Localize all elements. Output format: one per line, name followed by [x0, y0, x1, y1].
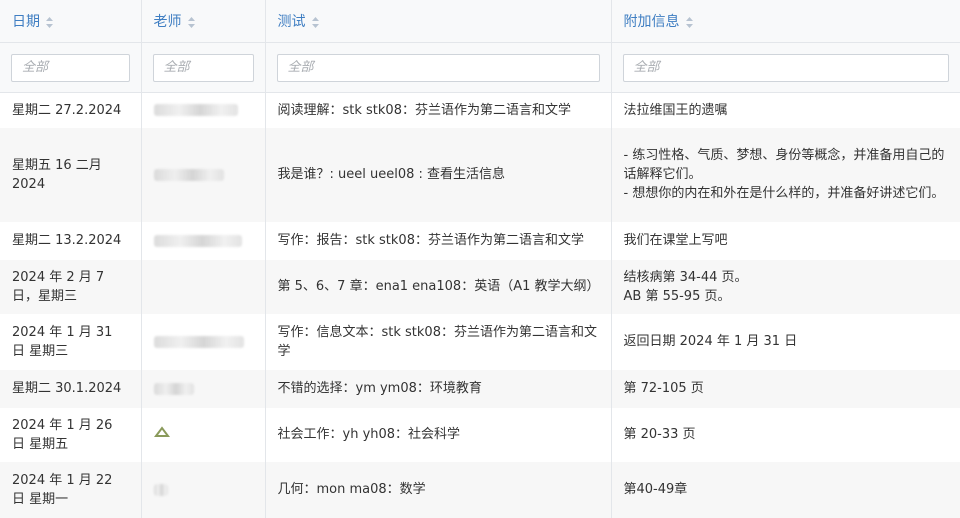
date-cell: 星期二 27.2.2024	[0, 92, 142, 128]
redacted-teacher-name	[153, 382, 194, 395]
test-cell: 不错的选择：ym ym08：环境教育	[265, 369, 612, 408]
date-cell: 2024 年 1 月 31 日 星期三	[0, 313, 142, 370]
header-test[interactable]: 测试	[265, 0, 612, 43]
header-test-label: 测试	[277, 14, 306, 30]
date-cell: 2024 年 2 月 7 日，星期三	[0, 259, 142, 314]
table-row[interactable]: 星期二 27.2.2024 阅读理解：stk stk08：芬兰语作为第二语言和文…	[0, 92, 960, 128]
table-row[interactable]: 2024 年 1 月 31 日 星期三 写作：信息文本：stk stk08：芬兰…	[0, 313, 960, 370]
table-row[interactable]: 星期五 16 二月 2024 我是谁？: ueel ueel08 : 查看生活信…	[0, 127, 960, 222]
extra-line: AB 第 55-95 页。	[623, 288, 731, 304]
table-row[interactable]: 2024 年 1 月 22 日 星期一 几何：mon ma08：数学 第40-4…	[0, 461, 960, 518]
teacher-cell	[141, 461, 266, 518]
date-cell: 星期五 16 二月 2024	[0, 127, 142, 222]
extra-cell: 结核病第 34-44 页。 AB 第 55-95 页。	[611, 259, 960, 314]
test-cell: 写作：报告：stk stk08：芬兰语作为第二语言和文学	[265, 221, 612, 260]
sort-icon[interactable]	[685, 16, 693, 28]
table-row[interactable]: 星期二 30.1.2024 不错的选择：ym ym08：环境教育 第 72-10…	[0, 369, 960, 408]
header-extra-label: 附加信息	[623, 14, 680, 30]
teacher-cell	[141, 407, 266, 462]
header-date-label: 日期	[12, 14, 40, 30]
header-teacher-label: 老师	[153, 14, 182, 30]
header-row: 日期 老师 测试 附加信息	[0, 0, 960, 43]
extra-line: 第 20-33 页	[623, 427, 696, 442]
extra-line: 第 72-105 页	[623, 381, 704, 396]
redacted-teacher-name	[153, 104, 238, 117]
extra-line: 法拉维国王的遗嘱	[623, 102, 728, 118]
test-cell: 写作：信息文本：stk stk08：芬兰语作为第二语言和文学	[265, 313, 612, 370]
test-cell: 第 5、6、7 章：ena1 ena108：英语（A1 教学大纲）	[265, 259, 612, 314]
extra-line: 我们在课堂上写吧	[623, 233, 728, 248]
filter-teacher-input[interactable]	[152, 53, 254, 82]
extra-line: 第40-49章	[623, 482, 688, 497]
filter-extra-input[interactable]	[622, 53, 949, 82]
extra-line: - 想想你的内在和外在是什么样的，并准备好讲述它们。	[623, 186, 945, 201]
filter-test-input[interactable]	[276, 53, 600, 82]
test-cell: 我是谁？: ueel ueel08 : 查看生活信息	[265, 127, 612, 222]
exams-table: 日期 老师 测试 附加信息 星期二 27.2.2024 阅读理解：stk stk…	[0, 0, 960, 518]
teacher-cell	[141, 313, 266, 370]
sort-icon[interactable]	[311, 16, 319, 28]
extra-cell: 第 72-105 页	[611, 369, 960, 408]
header-date[interactable]: 日期	[0, 0, 142, 43]
extra-line: 返回日期 2024 年 1 月 31 日	[623, 334, 798, 349]
date-cell: 星期二 30.1.2024	[0, 369, 142, 408]
teacher-cell	[141, 92, 266, 128]
redacted-teacher-name	[153, 335, 244, 348]
teacher-cell	[141, 221, 266, 260]
date-cell: 2024 年 1 月 26 日 星期五	[0, 407, 142, 462]
extra-cell: - 练习性格、气质、梦想、身份等概念，并准备用自己的话解释它们。 - 想想你的内在…	[611, 127, 960, 222]
extra-cell: 第 20-33 页	[611, 407, 960, 462]
header-teacher[interactable]: 老师	[141, 0, 266, 43]
test-cell: 几何：mon ma08：数学	[265, 461, 612, 518]
redacted-teacher-name	[153, 483, 168, 496]
table-row[interactable]: 2024 年 1 月 26 日 星期五 社会工作：yh yh08：社会科学 第 …	[0, 407, 960, 462]
filter-date-input[interactable]	[11, 53, 130, 82]
extra-cell: 法拉维国王的遗嘱	[611, 92, 960, 128]
teacher-cell	[141, 127, 266, 222]
extra-cell: 返回日期 2024 年 1 月 31 日	[611, 313, 960, 370]
table-row[interactable]: 星期二 13.2.2024 写作：报告：stk stk08：芬兰语作为第二语言和…	[0, 221, 960, 260]
sort-icon[interactable]	[187, 16, 195, 28]
table-row[interactable]: 2024 年 2 月 7 日，星期三 第 5、6、7 章：ena1 ena108…	[0, 259, 960, 314]
date-cell: 2024 年 1 月 22 日 星期一	[0, 461, 142, 518]
extra-cell: 我们在课堂上写吧	[611, 221, 960, 260]
teacher-cell	[141, 369, 266, 408]
teacher-cell	[141, 259, 266, 314]
redacted-teacher-name	[153, 425, 170, 444]
extra-line: - 练习性格、气质、梦想、身份等概念，并准备用自己的话解释它们。	[623, 148, 945, 182]
redacted-teacher-name	[153, 168, 224, 181]
test-cell: 阅读理解：stk stk08：芬兰语作为第二语言和文学	[265, 92, 612, 128]
extra-cell: 第40-49章	[611, 461, 960, 518]
filter-row	[0, 42, 960, 93]
date-cell: 星期二 13.2.2024	[0, 221, 142, 260]
redacted-teacher-name	[153, 234, 242, 247]
extra-line: 结核病第 34-44 页。	[623, 269, 748, 285]
test-cell: 社会工作：yh yh08：社会科学	[265, 407, 612, 462]
header-extra[interactable]: 附加信息	[611, 0, 960, 43]
sort-icon[interactable]	[46, 16, 53, 28]
